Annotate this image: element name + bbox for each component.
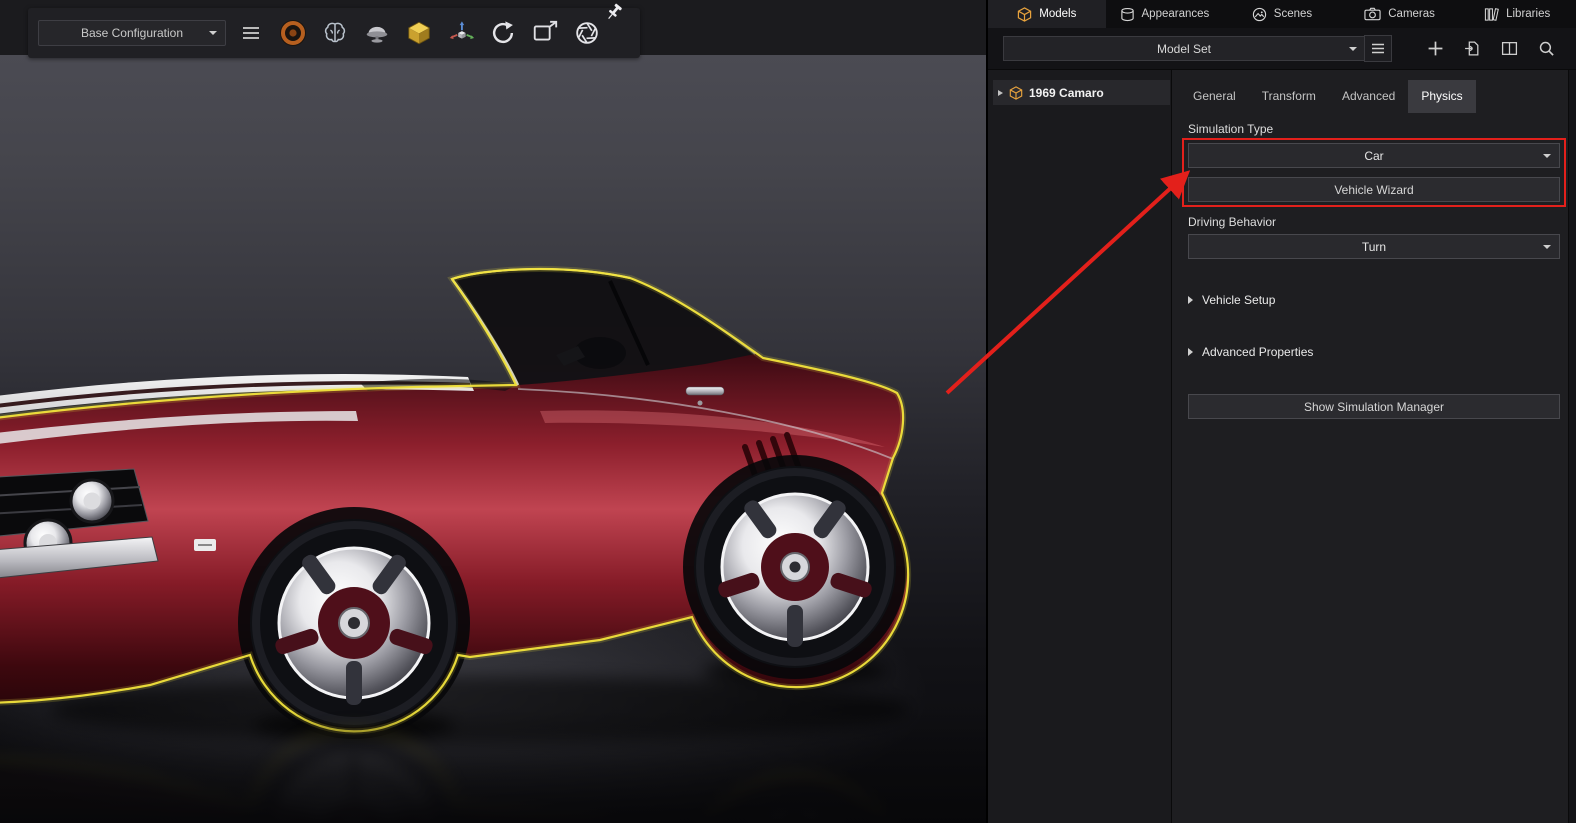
libraries-icon: [1484, 7, 1499, 22]
right-panel: Models Appearances Scenes: [986, 0, 1576, 823]
model-set-menu-button[interactable]: [1364, 35, 1392, 62]
move-tool-button[interactable]: [444, 14, 478, 52]
section-vehicle-setup[interactable]: Vehicle Setup: [1188, 285, 1560, 315]
render-toolbar: Base Configuration: [28, 8, 640, 58]
tab-scenes[interactable]: Scenes: [1223, 0, 1341, 28]
tab-physics[interactable]: Physics: [1408, 80, 1475, 113]
tab-advanced[interactable]: Advanced: [1329, 80, 1408, 113]
rotate-icon: [489, 19, 517, 47]
simulation-type-dropdown[interactable]: Car: [1188, 143, 1560, 168]
model-cube-icon: [1009, 86, 1023, 100]
search-button[interactable]: [1536, 39, 1556, 59]
scenes-icon: [1252, 7, 1267, 22]
search-icon: [1538, 40, 1555, 57]
tree-item-1969-camaro[interactable]: 1969 Camaro: [993, 80, 1170, 105]
tab-models-label: Models: [1039, 8, 1076, 20]
properties-tab-bar: General Transform Advanced Physics: [1172, 80, 1576, 113]
model-set-bar: Model Set: [988, 28, 1576, 70]
models-cube-icon: [1017, 7, 1032, 22]
ai-brain-icon: [321, 19, 349, 47]
section-vehicle-setup-label: Vehicle Setup: [1202, 293, 1275, 307]
vehicle-wizard-button[interactable]: Vehicle Wizard: [1188, 177, 1560, 202]
chevron-down-icon: [209, 31, 217, 35]
camera-aperture-button[interactable]: [570, 14, 604, 52]
turntable-button[interactable]: [360, 14, 394, 52]
tab-appearances[interactable]: Appearances: [1106, 0, 1224, 28]
pin-icon: [604, 2, 624, 22]
tab-transform[interactable]: Transform: [1249, 80, 1329, 113]
annotation-highlight-box: Car Vehicle Wizard: [1182, 138, 1566, 207]
simulation-type-label: Simulation Type: [1188, 122, 1560, 136]
rotate-tool-button[interactable]: [486, 14, 520, 52]
simulation-type-value: Car: [1364, 149, 1383, 163]
expander-icon: [1188, 348, 1193, 356]
driving-behavior-dropdown[interactable]: Turn: [1188, 234, 1560, 259]
expander-icon: [1188, 296, 1193, 304]
model-tree: 1969 Camaro: [988, 70, 1172, 823]
split-view-button[interactable]: [1499, 39, 1519, 59]
panel-tab-bar: Models Appearances Scenes: [988, 0, 1576, 28]
chevron-down-icon: [1543, 245, 1551, 249]
application-window: Base Configuration: [0, 0, 1576, 823]
snapshot-icon: [531, 19, 559, 47]
driving-behavior-value: Turn: [1362, 240, 1386, 254]
viewport[interactable]: Base Configuration: [0, 0, 986, 823]
ai-render-button[interactable]: [318, 14, 352, 52]
properties-panel: General Transform Advanced Physics Simul…: [1172, 70, 1576, 823]
import-page-icon: [1464, 40, 1481, 57]
pin-toolbar-button[interactable]: [604, 2, 624, 27]
turntable-target-icon: [278, 18, 308, 48]
cameras-icon: [1364, 7, 1381, 21]
split-layout-icon: [1501, 40, 1518, 57]
import-button[interactable]: [1462, 39, 1482, 59]
tab-appearances-label: Appearances: [1142, 8, 1210, 20]
toolbar-menu-button[interactable]: [234, 14, 268, 52]
snapshot-button[interactable]: [528, 14, 562, 52]
tree-item-label: 1969 Camaro: [1029, 86, 1104, 100]
model-set-dropdown[interactable]: Model Set: [1003, 36, 1365, 61]
show-simulation-manager-button[interactable]: Show Simulation Manager: [1188, 394, 1560, 419]
model-set-dropdown-value: Model Set: [1157, 42, 1211, 56]
chevron-down-icon: [1349, 47, 1357, 51]
model-button[interactable]: [402, 14, 436, 52]
scrollbar-track[interactable]: [1568, 70, 1576, 823]
expander-icon[interactable]: [998, 90, 1003, 96]
section-advanced-properties-label: Advanced Properties: [1202, 345, 1313, 359]
turntable-target-button[interactable]: [276, 14, 310, 52]
tab-models[interactable]: Models: [988, 0, 1106, 28]
car-render: [0, 55, 986, 823]
appearances-icon: [1120, 7, 1135, 22]
turntable-icon: [363, 19, 391, 47]
tab-scenes-label: Scenes: [1274, 8, 1312, 20]
tab-libraries[interactable]: Libraries: [1458, 0, 1576, 28]
driving-behavior-label: Driving Behavior: [1188, 215, 1560, 229]
move-axes-icon: [447, 19, 475, 47]
tab-cameras[interactable]: Cameras: [1341, 0, 1459, 28]
add-model-button[interactable]: [1425, 39, 1445, 59]
configuration-dropdown[interactable]: Base Configuration: [38, 20, 226, 46]
configuration-dropdown-value: Base Configuration: [81, 26, 183, 40]
tab-cameras-label: Cameras: [1388, 8, 1435, 20]
menu-icon: [242, 26, 260, 40]
menu-icon: [1371, 43, 1385, 54]
section-advanced-properties[interactable]: Advanced Properties: [1188, 337, 1560, 367]
viewport-canvas[interactable]: [0, 55, 986, 823]
model-cube-icon: [405, 19, 433, 47]
plus-icon: [1427, 40, 1444, 57]
chevron-down-icon: [1543, 154, 1551, 158]
tab-general[interactable]: General: [1180, 80, 1249, 113]
tab-libraries-label: Libraries: [1506, 8, 1550, 20]
aperture-icon: [573, 19, 601, 47]
